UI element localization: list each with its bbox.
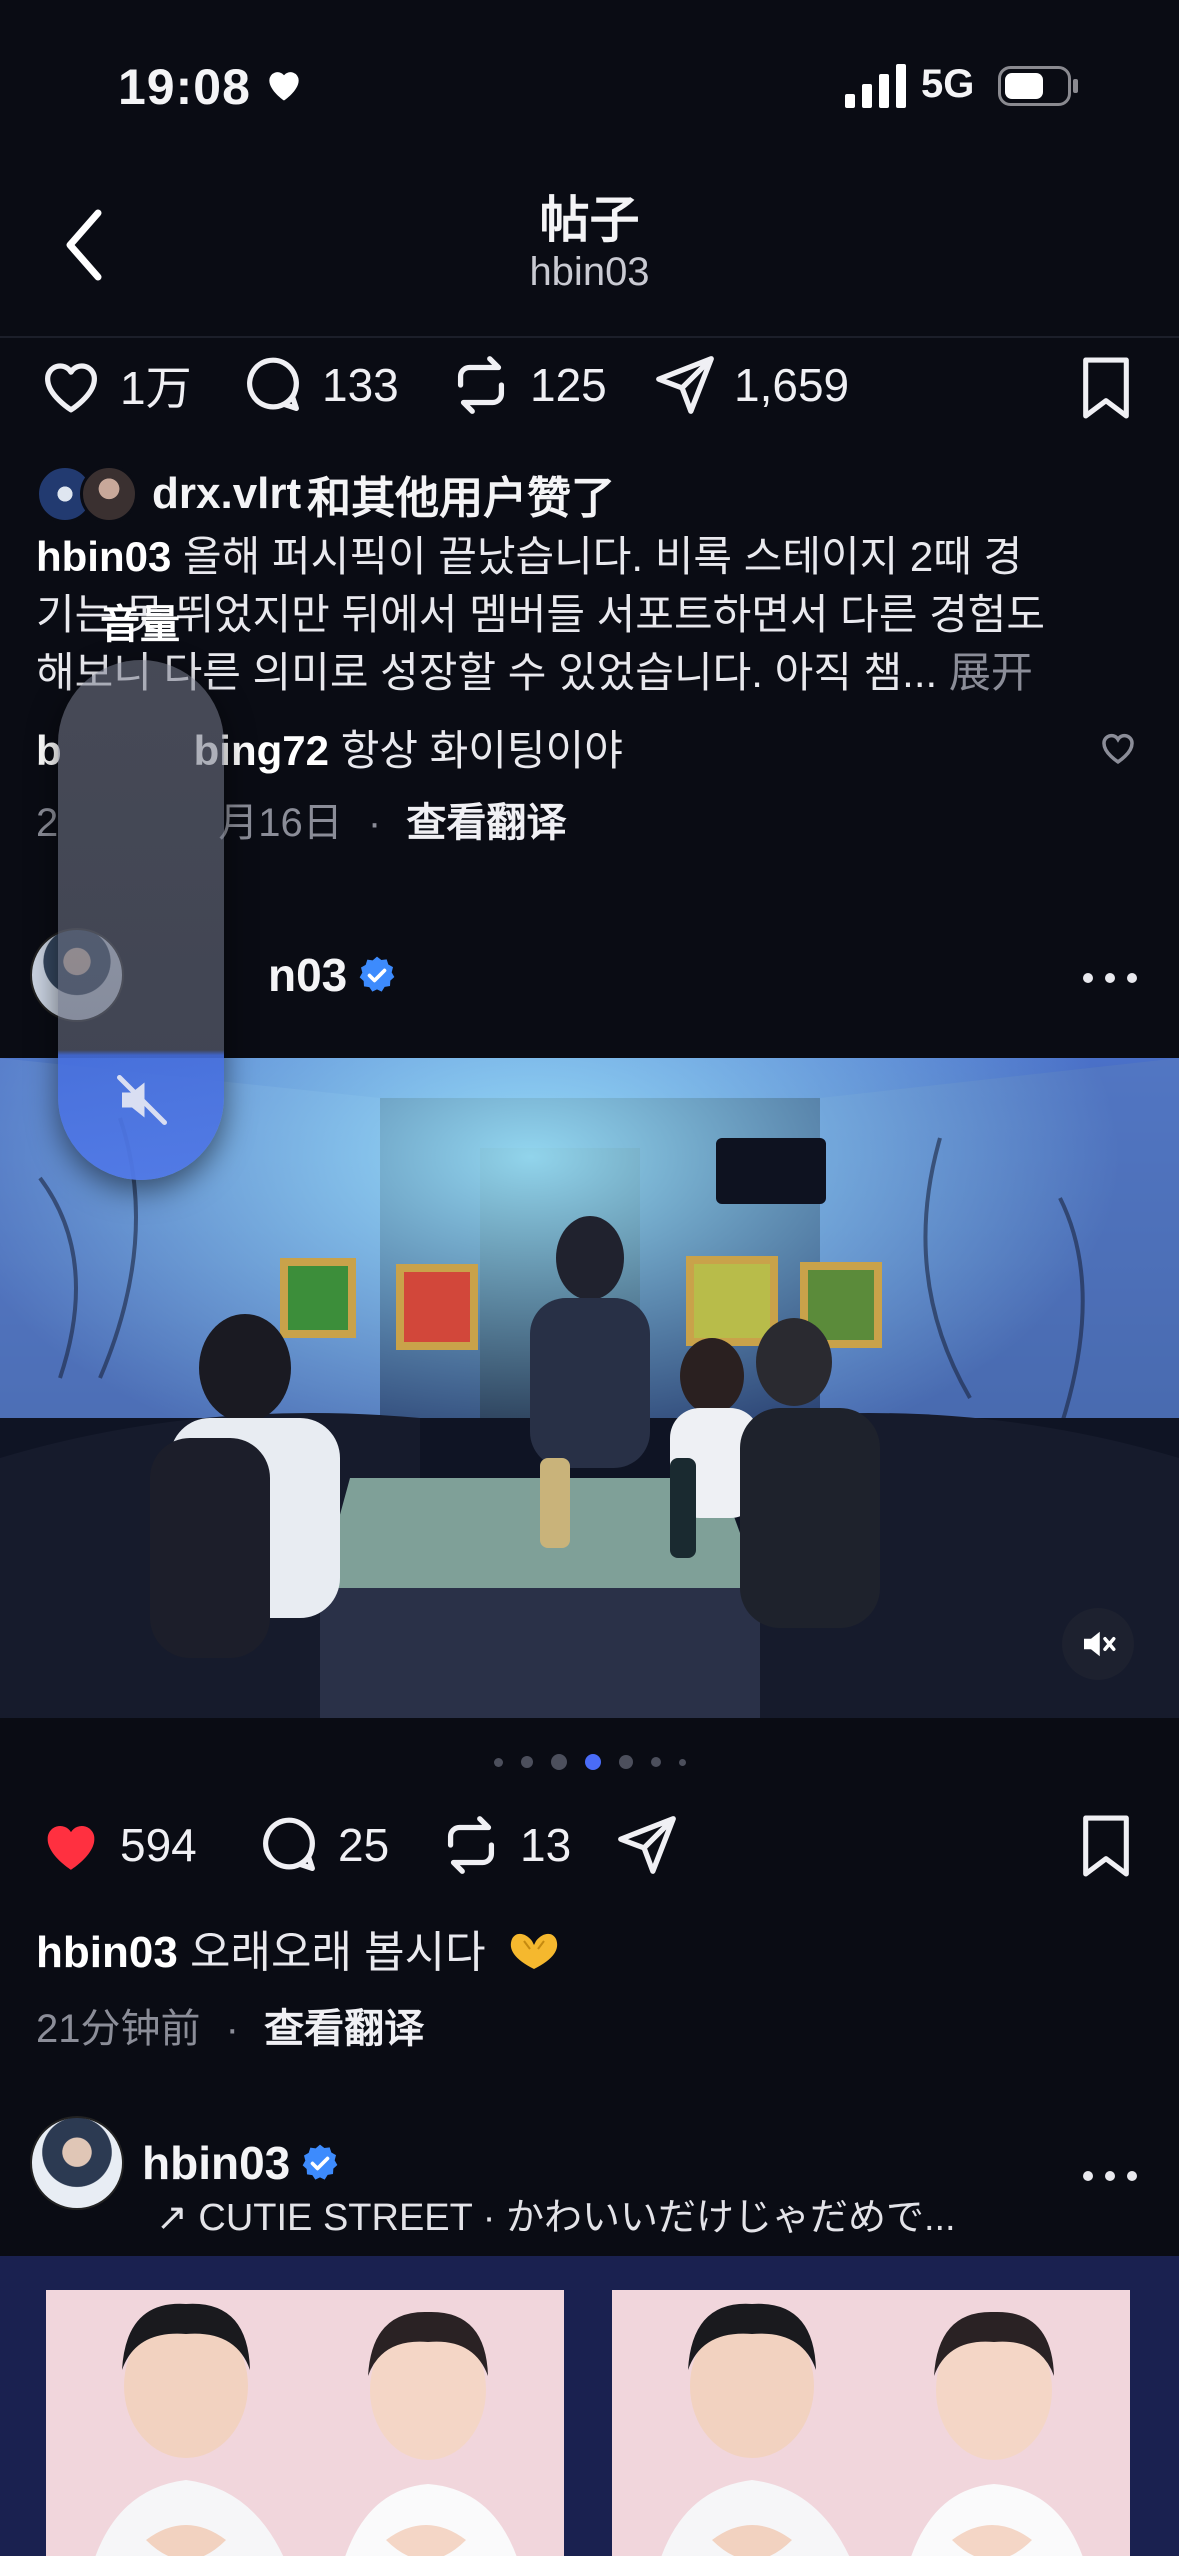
share-count: 1,659 — [734, 359, 850, 411]
repost-button[interactable]: 13 — [436, 1810, 571, 1880]
heart-hands-emoji-icon — [504, 1929, 564, 1984]
bookmark-icon[interactable] — [1075, 1813, 1137, 1879]
comment-button[interactable]: 133 — [238, 350, 399, 420]
post3-media[interactable] — [0, 2256, 1179, 2556]
carousel-dot — [520, 1756, 533, 1768]
more-options-icon[interactable] — [1080, 2166, 1140, 2186]
comment-bubble-icon — [263, 1817, 315, 1871]
expand-link[interactable]: 展开 — [949, 649, 1033, 696]
media-card[interactable] — [46, 2290, 564, 2556]
post2-meta: 21分钟前 · 查看翻译 — [36, 2007, 425, 2051]
repost-count: 13 — [520, 1819, 572, 1871]
translate-link[interactable]: 查看翻译 — [264, 2007, 424, 2051]
carousel-dot — [550, 1754, 567, 1770]
caption-username[interactable]: hbin03 — [36, 1928, 178, 1977]
liker-avatar — [80, 465, 138, 523]
post-date-head: 2 — [36, 801, 59, 845]
like-count: 594 — [120, 1819, 197, 1871]
comment-button[interactable]: 25 — [254, 1810, 389, 1880]
post-line-1: 올해 퍼시픽이 끝났습니다. 비록 스테이지 2때 경 — [183, 533, 1023, 580]
volume-muted-icon — [117, 1075, 167, 1125]
carousel-dot — [493, 1757, 503, 1767]
author-avatar[interactable] — [30, 2116, 124, 2210]
carousel-dot — [650, 1757, 661, 1767]
send-icon[interactable] — [612, 1810, 682, 1880]
like-button[interactable]: 1万 — [36, 350, 192, 420]
heart-outline-icon — [45, 363, 97, 413]
battery-icon — [998, 66, 1078, 106]
post-time: 21分钟前 — [36, 2007, 201, 2051]
repost-icon — [457, 356, 505, 414]
header-divider — [0, 336, 1179, 338]
translate-link[interactable]: 查看翻译 — [406, 801, 566, 845]
post-author[interactable]: hbin03 — [36, 533, 171, 580]
verified-badge-icon — [302, 2144, 338, 2180]
carousel-indicator — [0, 1754, 1179, 1770]
carousel-dot — [618, 1755, 633, 1769]
volume-label: 音量 — [100, 603, 180, 647]
liked-by-row[interactable]: drx.vlrt 和其他用户赞了 — [36, 462, 615, 526]
page-title: 帖子 — [539, 192, 640, 248]
heart-icon — [269, 72, 299, 101]
repost-count: 125 — [530, 359, 607, 411]
share-button[interactable]: 1,659 — [650, 350, 849, 420]
carousel-dot-active — [584, 1754, 601, 1770]
repost-button[interactable]: 125 — [446, 350, 607, 420]
like-count: 1万 — [120, 362, 192, 414]
author-name[interactable]: n03 — [268, 948, 347, 1002]
comment-bubble-icon — [247, 357, 299, 411]
music-attribution[interactable]: ↗ CUTIE STREET · かわいいだけじゃだめで... — [156, 2186, 956, 2241]
photo-mute-button[interactable] — [1062, 1608, 1134, 1680]
network-label: 5G — [921, 62, 975, 106]
post-line-2: 기는 못 뛰었지만 뒤에서 멤버들 서포트하면서 다른 경험도 — [36, 591, 1046, 638]
media-card[interactable] — [612, 2290, 1130, 2556]
author-name[interactable]: hbin03 — [142, 2136, 290, 2190]
reply-text: 항상 화이팅이야 — [340, 727, 623, 774]
post-body: hbin03 올해 퍼시픽이 끝났습니다. 비록 스테이지 2때 경 기는 못 … — [36, 528, 1146, 702]
comment-count: 25 — [338, 1819, 390, 1871]
repost-icon — [447, 1816, 495, 1874]
post-date-tail: 月16日 — [218, 801, 343, 845]
signal-icon — [845, 64, 906, 108]
heart-filled-icon — [47, 1825, 95, 1870]
liker-username[interactable]: drx.vlrt — [152, 469, 301, 519]
reply-like-icon[interactable] — [1097, 726, 1139, 768]
speaker-muted-icon — [1084, 1631, 1116, 1657]
like-button[interactable]: 594 — [36, 1810, 197, 1880]
send-icon — [656, 356, 714, 414]
portrait-image — [661, 2303, 1083, 2556]
portrait-image — [95, 2303, 517, 2556]
verified-badge-icon — [359, 956, 395, 992]
page-subtitle-username[interactable]: hbin03 — [0, 250, 1179, 295]
bookmark-icon[interactable] — [1075, 355, 1137, 421]
more-options-icon[interactable] — [1080, 968, 1140, 988]
carousel-dot — [678, 1758, 686, 1766]
post-caption: hbin03 오래오래 봅시다 — [36, 1916, 564, 1984]
liked-suffix: 和其他用户赞了 — [307, 474, 616, 523]
caption-text: 오래오래 봅시다 — [190, 1928, 486, 1977]
status-time: 19:08 — [118, 59, 251, 115]
comment-count: 133 — [322, 359, 399, 411]
